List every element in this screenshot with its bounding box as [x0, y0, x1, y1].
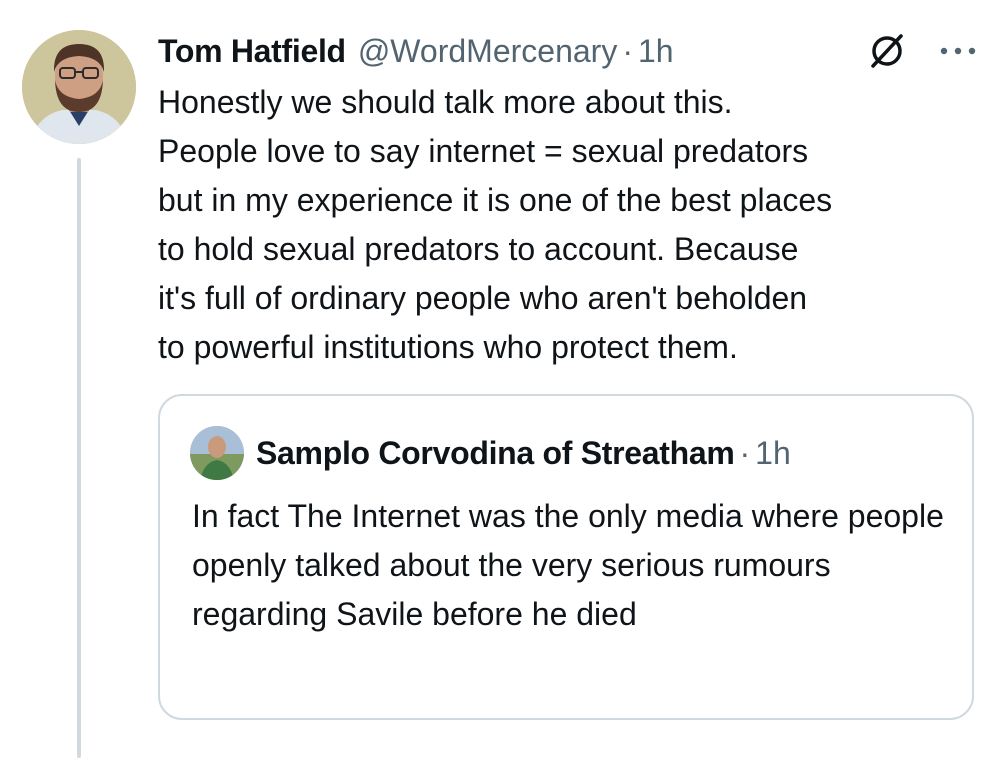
quoted-author-avatar[interactable] [190, 426, 244, 480]
quoted-tweet-text: In fact The Internet was the only media … [192, 498, 944, 632]
author-handle[interactable]: @WordMercenary [358, 33, 618, 70]
author-name[interactable]: Tom Hatfield [158, 33, 346, 70]
tweet-text: Honestly we should talk more about this.… [158, 84, 833, 365]
more-options-icon[interactable] [933, 36, 983, 66]
grok-icon[interactable] [866, 30, 908, 72]
quoted-tweet-card[interactable]: Samplo Corvodina of Streatham · 1h In fa… [158, 394, 974, 720]
quoted-tweet-header: Samplo Corvodina of Streatham · 1h [256, 428, 791, 478]
quoted-author-name[interactable]: Samplo Corvodina of Streatham [256, 435, 735, 472]
tweet-header: Tom Hatfield @WordMercenary · 1h [158, 26, 998, 76]
quoted-separator-dot: · [739, 434, 751, 471]
separator-dot: · [622, 32, 633, 69]
thread-line [77, 158, 81, 758]
timestamp[interactable]: 1h [638, 33, 674, 70]
quoted-timestamp[interactable]: 1h [755, 435, 791, 472]
author-avatar[interactable] [22, 30, 136, 144]
